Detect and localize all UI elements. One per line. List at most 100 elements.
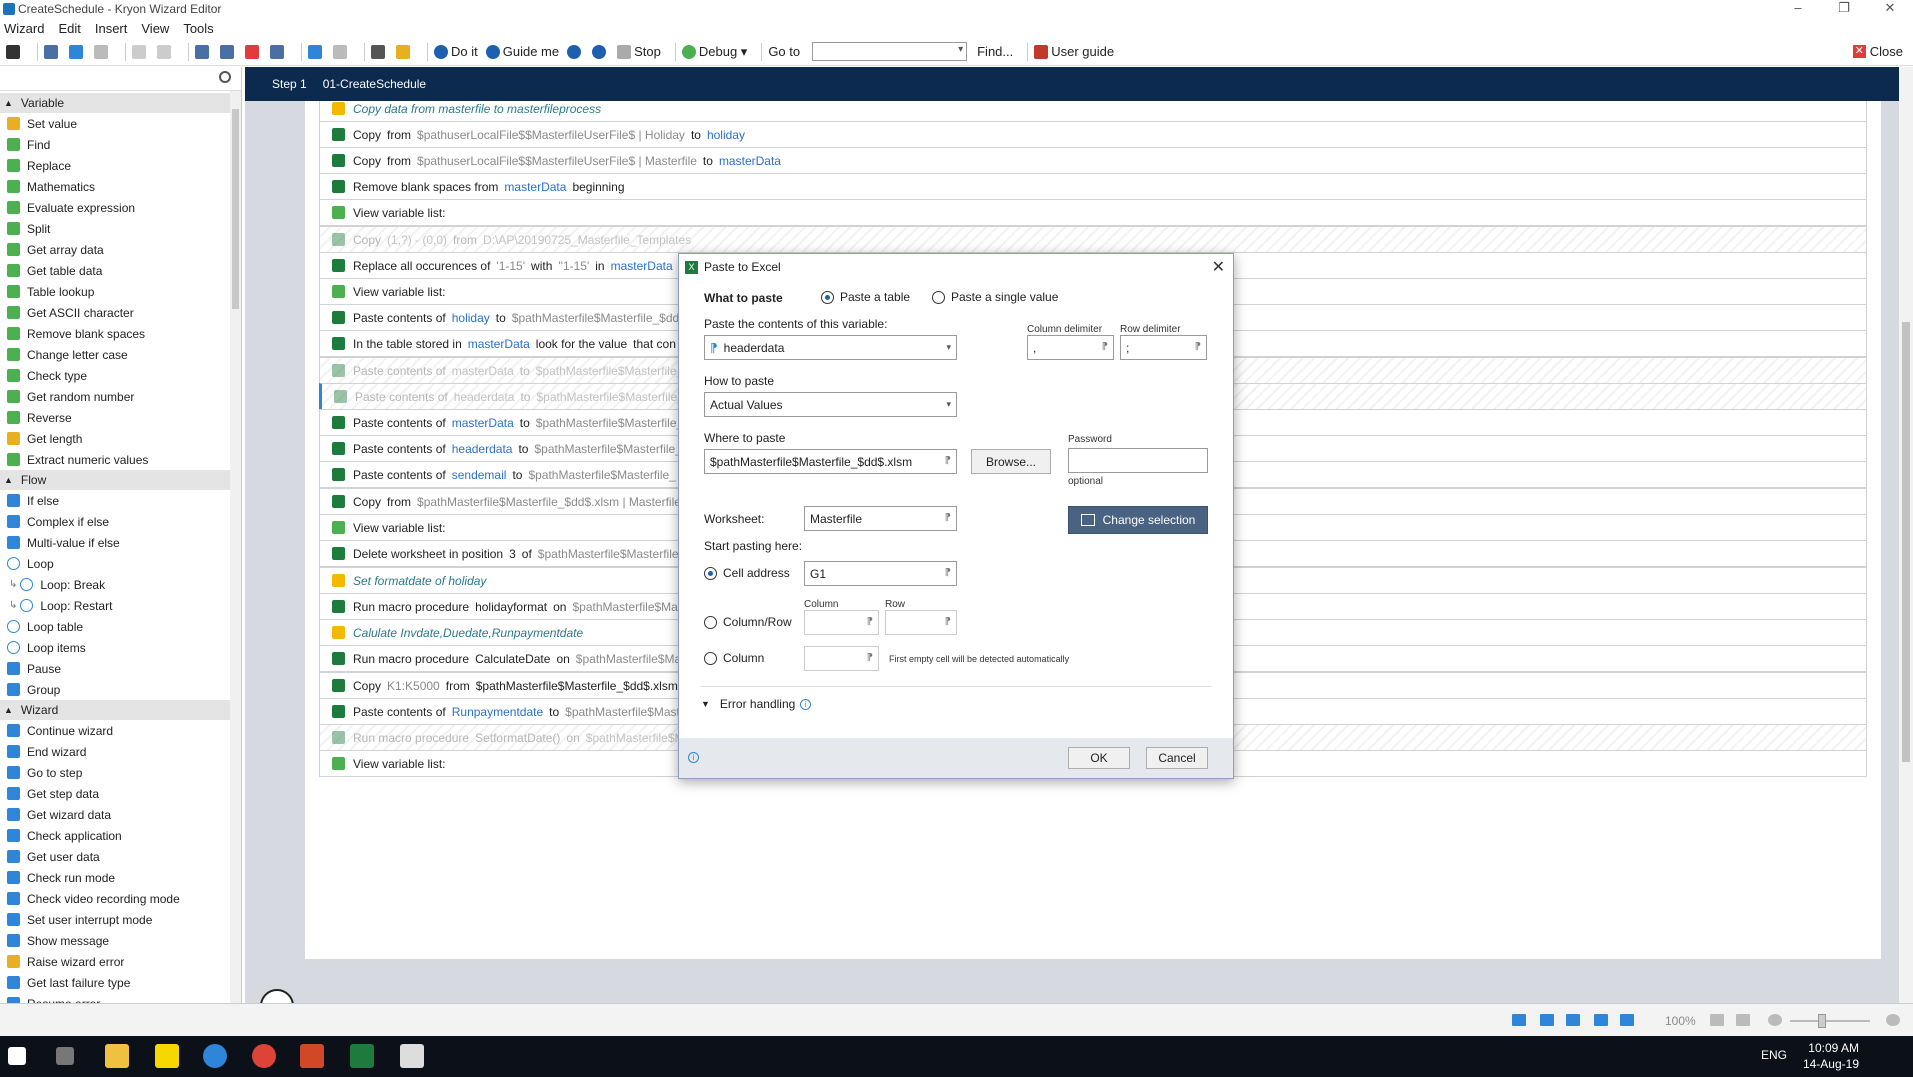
zoom-in-icon[interactable] (1886, 1014, 1900, 1026)
fit-icon[interactable] (1710, 1014, 1724, 1026)
category-flow[interactable]: ▲ Flow (0, 470, 230, 490)
ungroup-button[interactable] (333, 41, 350, 63)
sidebar-item-loop[interactable]: Loop (0, 553, 230, 574)
view-list-icon[interactable] (1512, 1014, 1526, 1026)
sidebar-item-show-message[interactable]: Show message (0, 930, 230, 951)
save-button[interactable] (6, 41, 23, 63)
group-button[interactable] (308, 41, 325, 63)
robot-icon[interactable] (260, 989, 294, 1003)
undo-button[interactable] (132, 41, 149, 63)
column-only-input[interactable]: ⁋ (804, 646, 879, 671)
language-indicator[interactable]: ENG (1761, 1048, 1787, 1062)
clock[interactable]: 10:09 AM 14-Aug-19 (1803, 1040, 1859, 1072)
command-row[interactable]: Copy from $pathuserLocalFile$$MasterfileUs… (319, 147, 1867, 174)
sidebar-item-set-user-interrupt-mode[interactable]: Set user interrupt mode (0, 909, 230, 930)
sidebar-item-find[interactable]: Find (0, 134, 230, 155)
sidebar-item-get-length[interactable]: Get length (0, 428, 230, 449)
sidebar-item-multi-value-if-else[interactable]: Multi-value if else (0, 532, 230, 553)
copy-button[interactable] (69, 41, 86, 63)
sticky-notes-icon[interactable] (155, 1044, 179, 1068)
cell-address-radio[interactable]: Cell address (704, 566, 790, 580)
category-wizard[interactable]: ▲ Wizard (0, 700, 230, 720)
record-button[interactable] (592, 41, 609, 63)
browse-button[interactable]: Browse... (971, 449, 1051, 474)
sidebar-item-group[interactable]: Group (0, 679, 230, 700)
where-to-paste-input[interactable]: $pathMasterfile$Masterfile_$dd$.xlsm ⁋ (704, 449, 957, 474)
cancel-button[interactable]: Cancel (1146, 747, 1208, 769)
cell-address-input[interactable]: G1 ⁋ (804, 561, 957, 586)
paste-table-radio[interactable]: Paste a table (821, 290, 910, 304)
sidebar-item-get-random-number[interactable]: Get random number (0, 386, 230, 407)
sidebar-item-get-ascii-character[interactable]: Get ASCII character (0, 302, 230, 323)
close-editor-button[interactable]: ✕ Close (1852, 44, 1903, 59)
goto-input[interactable] (812, 42, 968, 61)
sidebar-item-continue-wizard[interactable]: Continue wizard (0, 720, 230, 741)
sidebar-item-loop-table[interactable]: Loop table (0, 616, 230, 637)
change-selection-button[interactable]: Change selection (1068, 506, 1208, 534)
sidebar-item-get-user-data[interactable]: Get user data (0, 846, 230, 867)
sidebar-item-get-table-data[interactable]: Get table data (0, 260, 230, 281)
task-view-icon[interactable] (56, 1047, 74, 1065)
step-button[interactable] (371, 41, 388, 63)
stop-button[interactable]: Stop (617, 41, 661, 63)
filter-icon[interactable] (1594, 1014, 1608, 1026)
user-guide-button[interactable]: User guide (1034, 41, 1114, 63)
minimize-button[interactable]: – (1775, 0, 1821, 18)
password-input[interactable] (1068, 448, 1208, 473)
search-icon[interactable] (219, 71, 231, 83)
debug-button[interactable]: Debug ▾ (681, 41, 747, 63)
sidebar-item-check-type[interactable]: Check type (0, 365, 230, 386)
sidebar-item-check-application[interactable]: Check application (0, 825, 230, 846)
close-window-button[interactable]: ✕ (1867, 0, 1913, 18)
collapse-icon[interactable] (1736, 1014, 1750, 1026)
view-tree-icon[interactable] (1540, 1014, 1554, 1026)
sidebar-item-get-array-data[interactable]: Get array data (0, 239, 230, 260)
sidebar-item-change-letter-case[interactable]: Change letter case (0, 344, 230, 365)
cut-button[interactable] (44, 41, 61, 63)
sidebar-item-replace[interactable]: Replace (0, 155, 230, 176)
sidebar-item-if-else[interactable]: If else (0, 490, 230, 511)
sidebar-item-evaluate-expression[interactable]: Evaluate expression (0, 197, 230, 218)
excel-icon[interactable] (350, 1044, 374, 1068)
file-explorer-icon[interactable] (105, 1044, 129, 1068)
sidebar-item-extract-numeric-values[interactable]: Extract numeric values (0, 449, 230, 470)
worksheet-input[interactable]: Masterfile ⁋ (804, 506, 957, 531)
find-button[interactable]: Find... (977, 41, 1013, 63)
column-row-radio[interactable]: Column/Row (704, 615, 792, 629)
kryon-icon[interactable] (203, 1044, 227, 1068)
comment-row[interactable]: Copy data from masterfile to masterfilep… (319, 101, 1867, 122)
sidebar-item-mathematics[interactable]: Mathematics (0, 176, 230, 197)
7zip-icon[interactable] (400, 1044, 424, 1068)
redo-button[interactable] (157, 41, 174, 63)
view-grid-icon[interactable] (1566, 1014, 1580, 1026)
sidebar-item-go-to-step[interactable]: Go to step (0, 762, 230, 783)
row-delimiter-input[interactable]: ; ⁋ (1120, 335, 1207, 360)
note-button[interactable] (396, 41, 413, 63)
windows-start-icon[interactable] (8, 1047, 26, 1065)
sidebar-scrollbar[interactable] (230, 91, 241, 1003)
sidebar-item-resume-error[interactable]: Resume error (0, 993, 230, 1003)
paste-button[interactable] (94, 41, 111, 63)
chrome-icon[interactable] (252, 1044, 276, 1068)
sidebar-item-loop-restart[interactable]: ↳ Loop: Restart (0, 595, 230, 616)
guide-me-button[interactable]: Guide me (485, 41, 559, 63)
command-row[interactable]: Copy from $pathuserLocalFile$$MasterfileUs… (319, 121, 1867, 148)
error-handling-toggle[interactable]: ▼ Error handling i (701, 697, 812, 711)
sidebar-item-get-wizard-data[interactable]: Get wizard data (0, 804, 230, 825)
how-to-paste-select[interactable]: Actual Values ▾ (704, 392, 957, 417)
sidebar-item-get-last-failure-type[interactable]: Get last failure type (0, 972, 230, 993)
row-input[interactable]: ⁋ (885, 610, 957, 635)
sidebar-item-remove-blank-spaces[interactable]: Remove blank spaces (0, 323, 230, 344)
disable-button[interactable] (220, 41, 237, 63)
do-it-button[interactable]: Do it (434, 41, 478, 63)
sidebar-item-check-run-mode[interactable]: Check run mode (0, 867, 230, 888)
column-delimiter-input[interactable]: , ⁋ (1027, 335, 1114, 360)
command-row[interactable]: View variable list: (319, 199, 1867, 226)
canvas-scrollbar[interactable] (1899, 67, 1913, 1012)
command-row[interactable]: Remove blank spaces from masterData beginn… (319, 173, 1867, 200)
sidebar-search[interactable] (0, 67, 241, 91)
help-icon[interactable]: i (688, 752, 699, 763)
variable-select[interactable]: ⁋ headerdata ▾ (704, 335, 957, 360)
zoom-out-icon[interactable] (1768, 1014, 1782, 1026)
delete-button[interactable] (245, 41, 262, 63)
